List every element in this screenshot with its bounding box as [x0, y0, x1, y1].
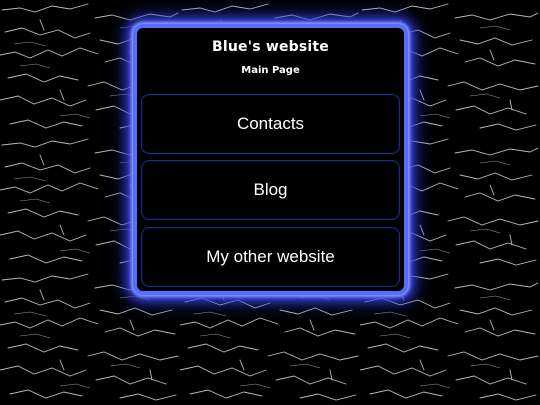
page-subtitle: Main Page: [241, 65, 300, 76]
blog-button[interactable]: Blog: [141, 160, 400, 220]
site-title: Blue's website: [212, 39, 329, 55]
main-panel: Blue's website Main Page Contacts Blog M…: [133, 24, 408, 295]
contacts-button[interactable]: Contacts: [141, 94, 400, 154]
other-website-button[interactable]: My other website: [141, 227, 400, 287]
